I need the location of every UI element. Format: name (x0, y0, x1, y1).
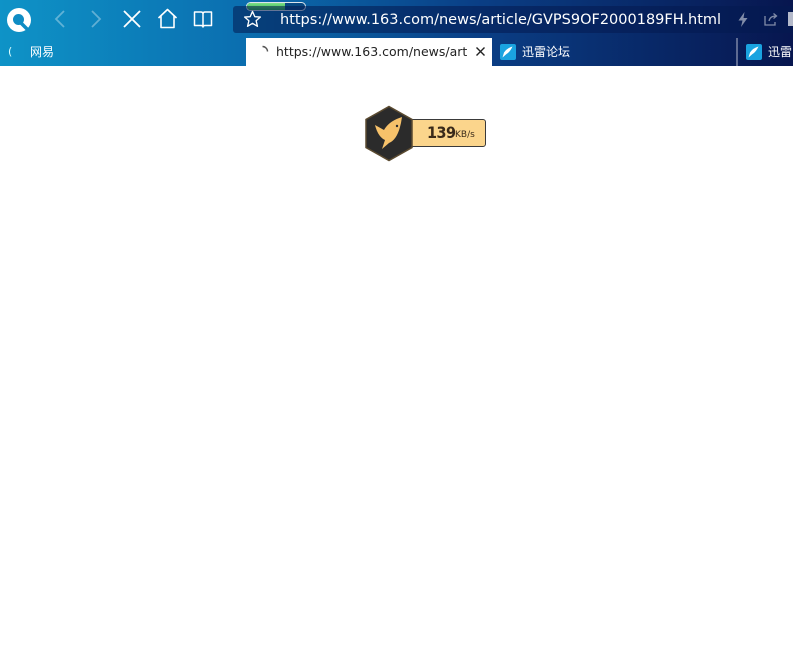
toolbar-overflow-edge (788, 12, 793, 26)
home-icon[interactable] (156, 7, 179, 30)
tab-prefix: ( (8, 45, 13, 58)
xunlei-favicon-icon (746, 44, 762, 60)
download-speed-unit: KB/s (455, 130, 475, 140)
tab-active-163[interactable]: https://www.163.com/news/article/GVPS9OF… (246, 38, 492, 66)
xunlei-favicon-icon (500, 44, 516, 60)
address-bar[interactable]: https://www.163.com/news/article/GVPS9OF… (233, 6, 793, 33)
download-speed-box: 139 KB/s (409, 119, 486, 147)
browser-toolbar: https://www.163.com/news/article/GVPS9OF… (0, 0, 793, 66)
reading-mode-icon[interactable] (192, 8, 214, 30)
lightning-icon[interactable] (736, 11, 750, 28)
tab-label: 迅雷论坛 (522, 45, 571, 59)
tab-strip: ( 网易 https://www.163.com/news/article/GV… (0, 38, 793, 66)
tab-label: 网易 (30, 45, 55, 59)
tab-label: 迅雷 (768, 45, 793, 59)
browser-logo-icon[interactable] (6, 7, 32, 33)
share-icon[interactable] (763, 11, 779, 27)
forward-icon[interactable] (86, 9, 104, 29)
tab-xunlei-forum[interactable]: 迅雷论坛 (492, 38, 736, 66)
address-url[interactable]: https://www.163.com/news/article/GVPS9OF… (280, 10, 720, 30)
download-speed-value: 139 (427, 123, 456, 142)
tab-xunlei[interactable]: 迅雷 (738, 38, 793, 66)
loading-spinner-icon (262, 45, 269, 52)
close-icon[interactable] (475, 46, 486, 57)
xunlei-bird-icon (365, 105, 413, 162)
stop-icon[interactable] (121, 8, 143, 30)
tab-label: https://www.163.com/news/article/GVPS9OF… (276, 44, 468, 59)
download-speed-widget[interactable]: 139 KB/s (363, 105, 489, 162)
bookmark-star-icon[interactable] (243, 10, 262, 29)
tab-netease[interactable]: ( 网易 (0, 38, 240, 66)
back-icon[interactable] (52, 9, 70, 29)
